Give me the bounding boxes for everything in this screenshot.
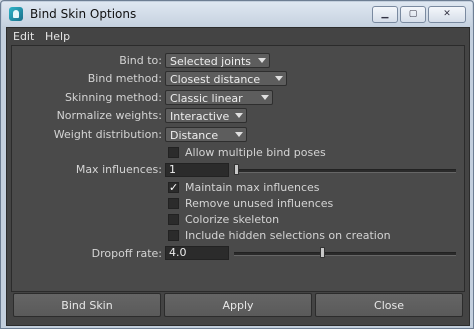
max-influences-slider-handle[interactable] (234, 164, 239, 175)
bind-to-value: Selected joints (170, 55, 252, 68)
skinning-method-value: Classic linear (170, 92, 243, 105)
weight-distribution-dropdown[interactable]: Distance (165, 127, 247, 142)
bind-to-dropdown[interactable]: Selected joints (165, 53, 270, 68)
minimize-button[interactable]: ▁ (372, 6, 398, 23)
maintain-max-influences-label: Maintain max influences (185, 181, 320, 194)
normalize-weights-dropdown[interactable]: Interactive (165, 108, 247, 123)
chevron-down-icon (235, 132, 243, 137)
close-button[interactable]: Close (315, 293, 463, 317)
max-influences-slider-track[interactable] (234, 169, 456, 173)
skinning-method-label: Skinning method: (64, 91, 162, 104)
chevron-down-icon (261, 95, 269, 100)
menu-edit[interactable]: Edit (13, 30, 34, 43)
maximize-icon: ▢ (408, 9, 418, 19)
menu-help[interactable]: Help (45, 30, 70, 43)
dropoff-rate-field[interactable]: 4.0 (165, 246, 229, 260)
allow-multiple-bind-poses-checkbox[interactable] (168, 147, 179, 158)
maximize-button[interactable]: ▢ (400, 6, 426, 23)
options-panel: Bind to: Selected joints Bind method: Cl… (11, 45, 465, 292)
weight-distribution-label: Weight distribution: (53, 128, 162, 141)
chevron-down-icon (235, 113, 243, 118)
maintain-max-influences-checkbox[interactable]: ✓ (168, 182, 179, 193)
bind-method-value: Closest distance (170, 73, 261, 86)
close-icon: ✕ (443, 9, 451, 19)
chevron-down-icon (275, 76, 283, 81)
close-window-button[interactable]: ✕ (428, 6, 466, 23)
minimize-icon: ▁ (381, 9, 389, 19)
bind-method-dropdown[interactable]: Closest distance (165, 71, 287, 86)
dropoff-rate-label: Dropoff rate: (91, 247, 162, 260)
max-influences-label: Max influences: (75, 163, 162, 176)
normalize-weights-value: Interactive (170, 110, 230, 123)
bind-skin-options-window: Bind Skin Options ▁ ▢ ✕ Edit Help Bind t… (0, 0, 474, 329)
dropoff-rate-slider-track[interactable] (234, 252, 456, 256)
title-bar[interactable]: Bind Skin Options ▁ ▢ ✕ (2, 2, 472, 26)
include-hidden-selections-label: Include hidden selections on creation (185, 229, 391, 242)
bind-skin-button[interactable]: Bind Skin (13, 293, 161, 317)
allow-multiple-bind-poses-label: Allow multiple bind poses (185, 146, 326, 159)
bind-method-label: Bind method: (87, 72, 162, 85)
dialog-client: Edit Help Bind to: Selected joints Bind … (6, 27, 470, 326)
include-hidden-selections-checkbox[interactable] (168, 230, 179, 241)
dropoff-rate-slider-handle[interactable] (320, 247, 325, 258)
bind-to-label: Bind to: (119, 54, 162, 67)
remove-unused-influences-label: Remove unused influences (185, 197, 334, 210)
max-influences-field[interactable]: 1 (165, 163, 229, 177)
menu-bar: Edit Help (7, 28, 469, 44)
chevron-down-icon (258, 58, 266, 63)
apply-button[interactable]: Apply (164, 293, 312, 317)
normalize-weights-label: Normalize weights: (56, 109, 162, 122)
remove-unused-influences-checkbox[interactable] (168, 198, 179, 209)
skinning-method-dropdown[interactable]: Classic linear (165, 90, 273, 105)
checkmark-icon: ✓ (169, 181, 179, 194)
weight-distribution-value: Distance (170, 129, 219, 142)
colorize-skeleton-checkbox[interactable] (168, 214, 179, 225)
window-title: Bind Skin Options (30, 7, 137, 21)
maya-app-icon (9, 7, 23, 21)
colorize-skeleton-label: Colorize skeleton (185, 213, 280, 226)
